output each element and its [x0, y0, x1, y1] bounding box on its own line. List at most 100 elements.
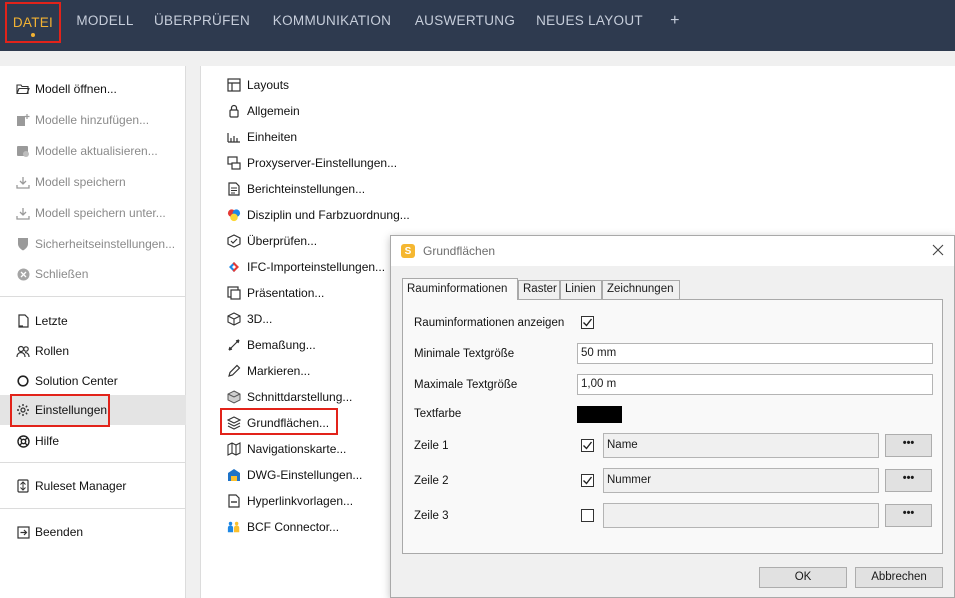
setting-markieren[interactable]: Markieren...: [227, 361, 310, 381]
min-text-size-input[interactable]: 50 mm: [577, 343, 933, 364]
add-tab-button[interactable]: +: [664, 0, 686, 44]
menu-hilfe[interactable]: Hilfe: [0, 426, 186, 456]
max-text-size-label: Maximale Textgröße: [414, 379, 518, 391]
menu-label: Modelle hinzufügen...: [35, 113, 150, 127]
roles-icon: [16, 344, 30, 358]
menu-solution-center[interactable]: Solution Center: [0, 366, 186, 396]
ifc-icon: [227, 260, 241, 274]
row1-label: Zeile 1: [414, 440, 449, 452]
tab-label: DATEI: [12, 15, 54, 30]
tab-datei[interactable]: DATEI: [5, 2, 61, 43]
active-tab-indicator: [31, 33, 35, 37]
row3-browse-button[interactable]: •••: [885, 504, 932, 527]
menu-modell-speichern-unter[interactable]: Modell speichern unter...: [0, 198, 186, 228]
menu-ruleset-manager[interactable]: Ruleset Manager: [0, 471, 186, 501]
menu-label: Letzte: [35, 314, 68, 328]
setting-label: Berichteinstellungen...: [247, 182, 366, 196]
menu-sicherheitseinstellungen[interactable]: Sicherheitseinstellungen...: [0, 229, 186, 259]
row1-checkbox[interactable]: [581, 439, 594, 452]
map-icon: [227, 442, 241, 456]
tab-auswertung[interactable]: AUSWERTUNG: [413, 0, 517, 44]
menu-modell-speichern[interactable]: Modell speichern: [0, 167, 186, 197]
report-icon: [227, 182, 241, 196]
setting-label: Allgemein: [247, 104, 300, 118]
setting-allgemein[interactable]: Allgemein: [227, 101, 300, 121]
setting-label: Schnittdarstellung...: [247, 390, 353, 404]
row2-browse-button[interactable]: •••: [885, 469, 932, 492]
close-icon[interactable]: [930, 242, 946, 258]
setting-label: Proxyserver-Einstellungen...: [247, 156, 398, 170]
setting-layouts[interactable]: Layouts: [227, 75, 289, 95]
menu-label: Beenden: [35, 525, 84, 539]
setting-proxyserver[interactable]: Proxyserver-Einstellungen...: [227, 153, 397, 173]
lock-icon: [227, 104, 241, 118]
tab-ueberpruefen[interactable]: ÜBERPRÜFEN: [154, 0, 250, 44]
cancel-button[interactable]: Abbrechen: [855, 567, 943, 588]
tab-neues-layout[interactable]: NEUES LAYOUT: [533, 0, 646, 44]
menu-label: Solution Center: [35, 374, 118, 388]
circle-icon: [16, 374, 30, 388]
menu-label: Modell speichern: [35, 175, 126, 189]
setting-dwg[interactable]: DWG-Einstellungen...: [227, 465, 362, 485]
show-info-label: Rauminformationen anzeigen: [414, 317, 565, 329]
folder-open-icon: [16, 82, 30, 96]
check-icon: [227, 234, 241, 248]
hyperlink-icon: [227, 494, 241, 508]
shield-icon: [16, 237, 30, 251]
setting-bcf-connector[interactable]: BCF Connector...: [227, 517, 339, 537]
setting-label: Markieren...: [247, 364, 311, 378]
setting-label: 3D...: [247, 312, 273, 326]
tab-rauminformationen[interactable]: Rauminformationen: [402, 278, 518, 300]
rauminformationen-panel: Rauminformationen anzeigen Minimale Text…: [402, 299, 943, 554]
text-color-label: Textfarbe: [414, 408, 462, 420]
menu-modelle-aktualisieren[interactable]: Modelle aktualisieren...: [0, 136, 186, 166]
setting-navigationskarte[interactable]: Navigationskarte...: [227, 439, 346, 459]
text-color-swatch[interactable]: [577, 406, 622, 423]
bcf-icon: [227, 520, 241, 534]
row1-browse-button[interactable]: •••: [885, 434, 932, 457]
show-info-checkbox[interactable]: [581, 316, 594, 329]
row1-field[interactable]: Name: [603, 433, 879, 458]
menu-modell-oeffnen[interactable]: Modell öffnen...: [0, 74, 186, 104]
setting-praesentation[interactable]: Präsentation...: [227, 283, 324, 303]
setting-bemassung[interactable]: Bemaßung...: [227, 335, 316, 355]
menu-label: Rollen: [35, 344, 70, 358]
setting-einheiten[interactable]: Einheiten: [227, 127, 297, 147]
setting-berichteinstellungen[interactable]: Berichteinstellungen...: [227, 179, 365, 199]
menu-rollen[interactable]: Rollen: [0, 336, 186, 366]
ok-button[interactable]: OK: [759, 567, 847, 588]
row3-label: Zeile 3: [414, 510, 449, 522]
setting-schnittdarstellung[interactable]: Schnittdarstellung...: [227, 387, 352, 407]
tab-linien[interactable]: Linien: [560, 280, 602, 299]
setting-ueberpruefen[interactable]: Überprüfen...: [227, 231, 317, 251]
setting-ifc-import[interactable]: IFC-Importeinstellungen...: [227, 257, 385, 277]
menu-label: Ruleset Manager: [35, 479, 127, 493]
menu-label: Sicherheitseinstellungen...: [35, 237, 176, 251]
tab-raster[interactable]: Raster: [518, 280, 560, 299]
setting-3d[interactable]: 3D...: [227, 309, 272, 329]
help-icon: [16, 434, 30, 448]
menu-separator: [0, 508, 186, 509]
dwg-icon: [227, 468, 241, 482]
setting-label: Disziplin und Farbzuordnung...: [247, 208, 410, 222]
row2-field[interactable]: Nummer: [603, 468, 879, 493]
menu-letzte[interactable]: Letzte: [0, 306, 186, 336]
menu-schliessen[interactable]: Schließen: [0, 259, 186, 289]
ribbon-tab-bar: DATEI MODELL ÜBERPRÜFEN KOMMUNIKATION AU…: [0, 0, 955, 51]
row2-checkbox[interactable]: [581, 474, 594, 487]
tab-kommunikation[interactable]: KOMMUNIKATION: [266, 0, 398, 44]
row3-field[interactable]: [603, 503, 879, 528]
row3-checkbox[interactable]: [581, 509, 594, 522]
tab-modell[interactable]: MODELL: [72, 0, 138, 44]
min-text-size-label: Minimale Textgröße: [414, 348, 515, 360]
menu-modelle-hinzufuegen[interactable]: Modelle hinzufügen...: [0, 105, 186, 135]
setting-label: Bemaßung...: [247, 338, 316, 352]
menu-beenden[interactable]: Beenden: [0, 517, 186, 547]
save-icon: [16, 175, 30, 189]
tab-zeichnungen[interactable]: Zeichnungen: [602, 280, 680, 299]
setting-hyperlinkvorlagen[interactable]: Hyperlinkvorlagen...: [227, 491, 353, 511]
setting-disziplin-farbzuordnung[interactable]: Disziplin und Farbzuordnung...: [227, 205, 410, 225]
dialog-title-bar[interactable]: S Grundflächen: [391, 236, 954, 266]
max-text-size-input[interactable]: 1,00 m: [577, 374, 933, 395]
section-icon: [227, 390, 241, 404]
